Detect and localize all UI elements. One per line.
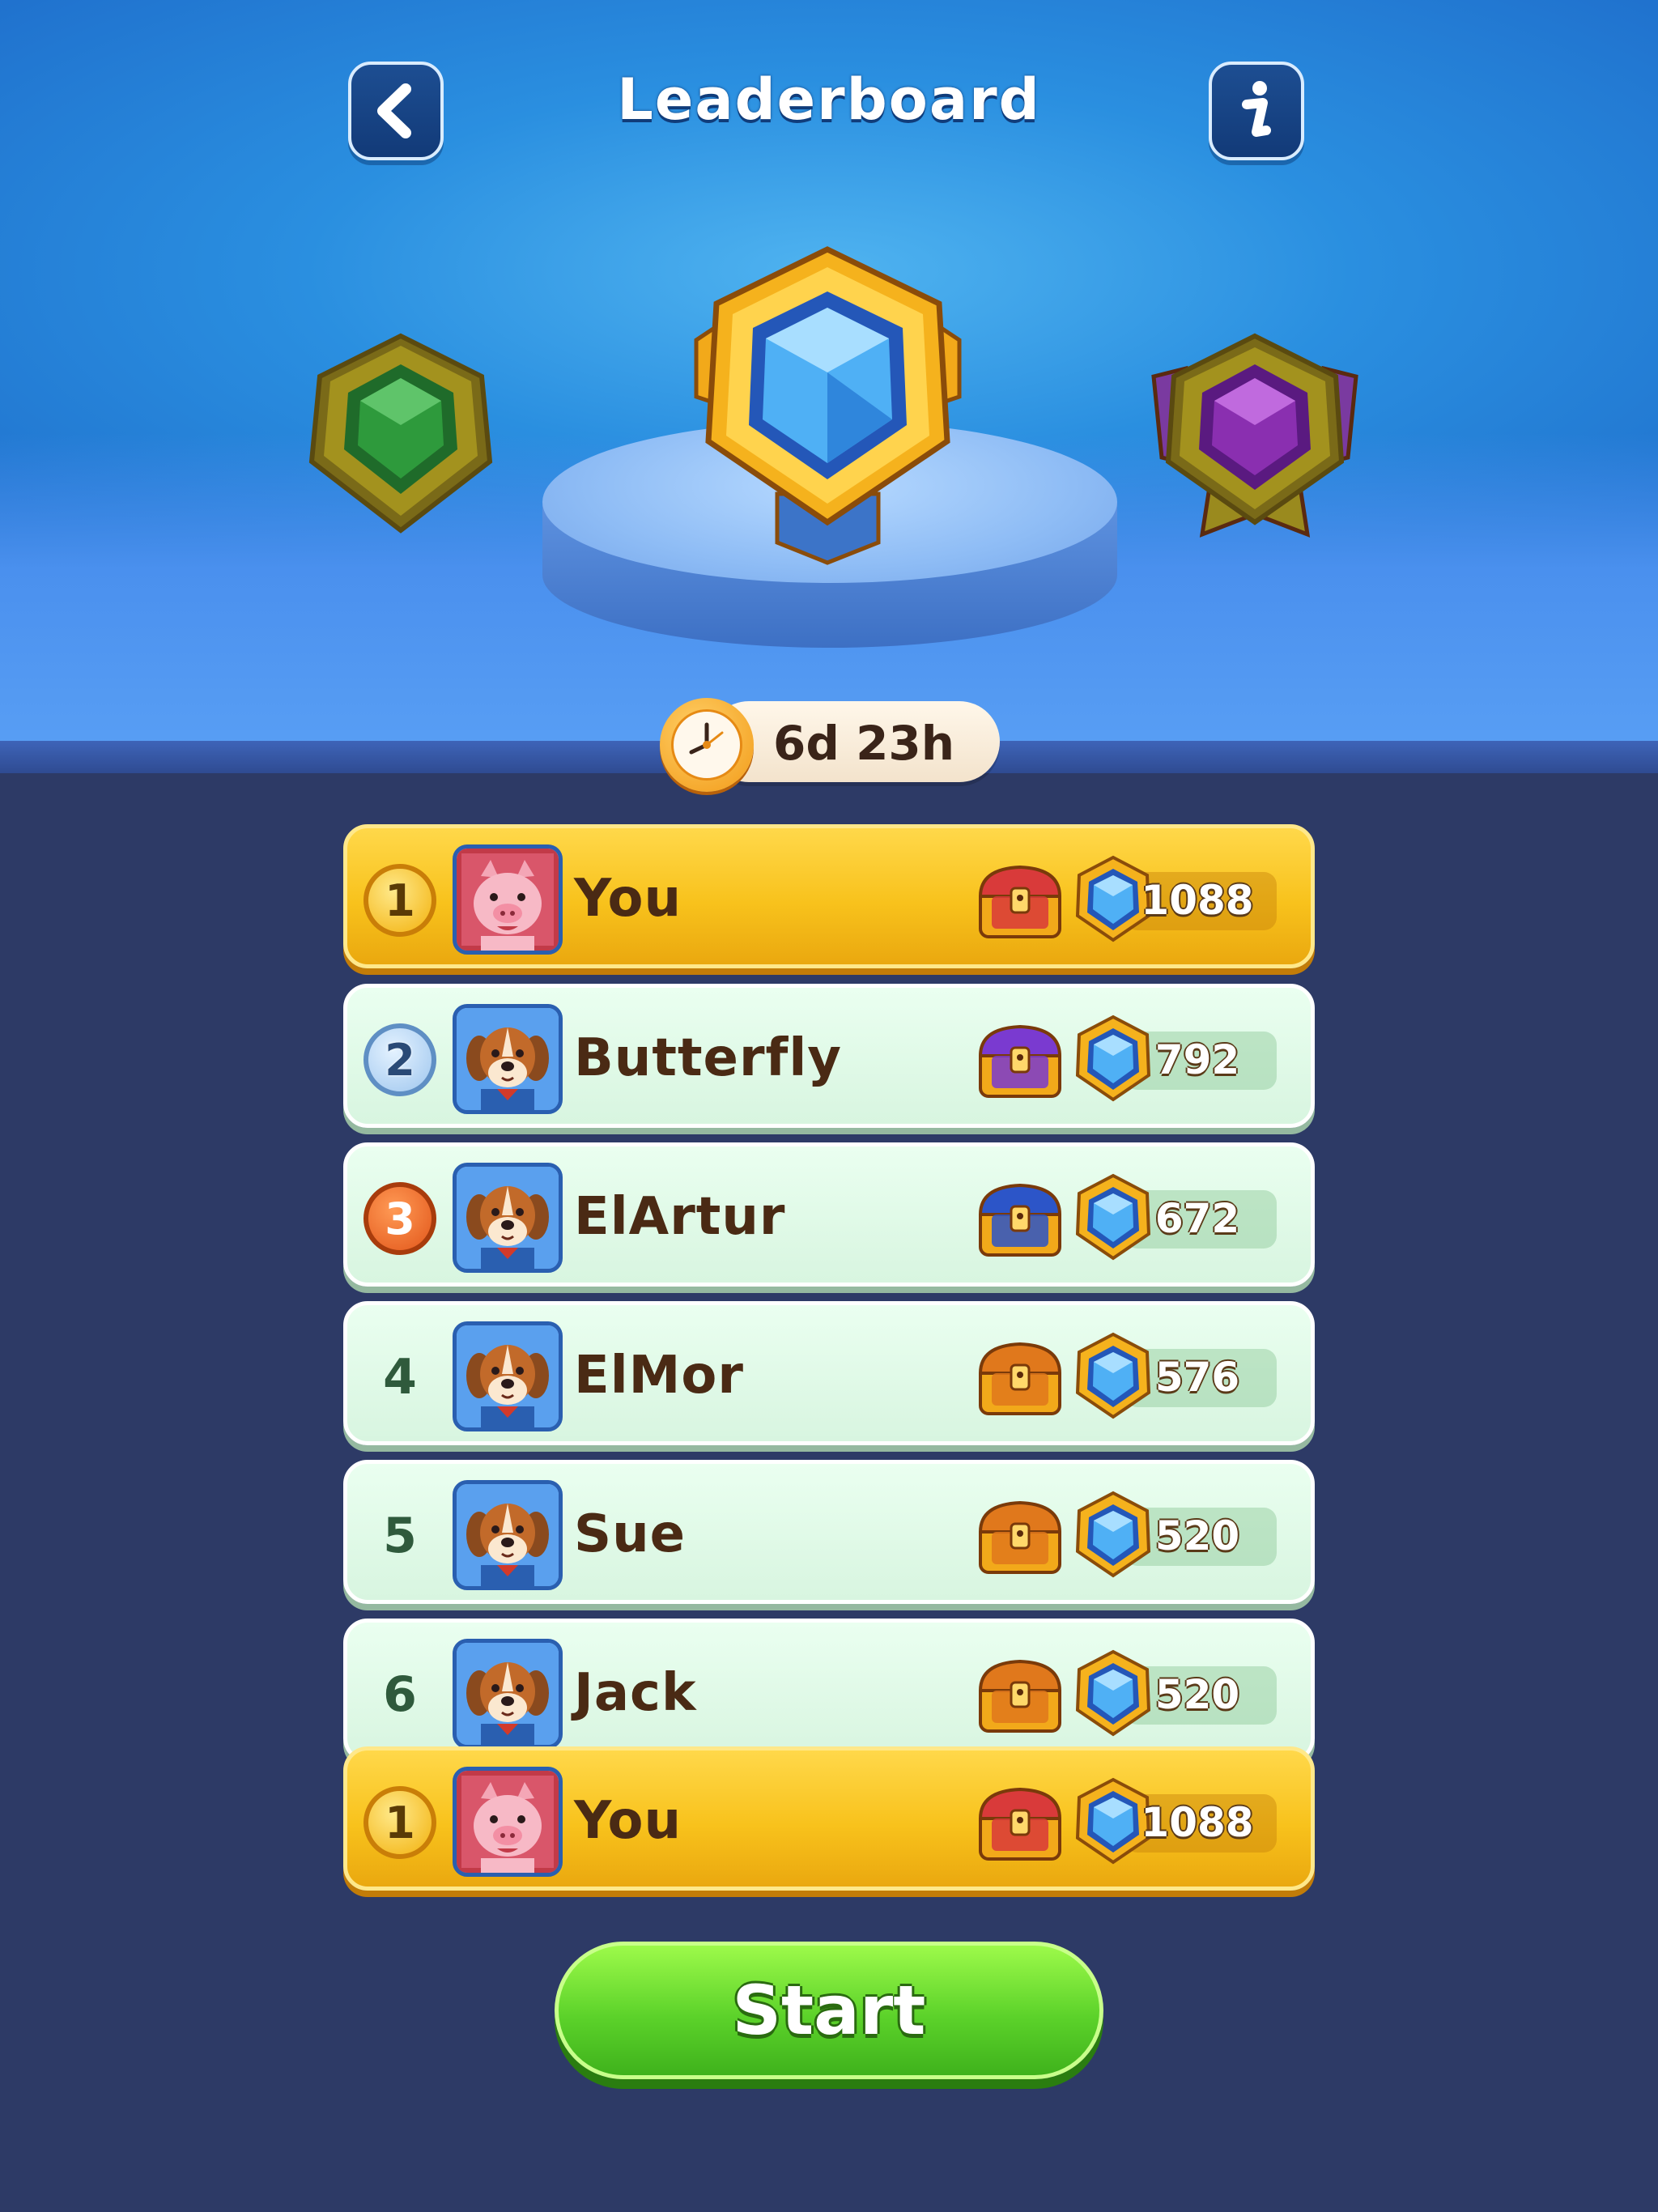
leaderboard-row[interactable]: 3 ElArtur 672 bbox=[343, 1142, 1315, 1287]
avatar bbox=[453, 1004, 563, 1114]
page-title: Leaderboard bbox=[617, 66, 1041, 133]
avatar bbox=[453, 1767, 563, 1877]
player-name: ElArtur bbox=[574, 1187, 786, 1247]
info-button[interactable] bbox=[1209, 62, 1304, 160]
player-score: 672 bbox=[1154, 1195, 1240, 1242]
rank-number: 1 bbox=[385, 1797, 415, 1848]
avatar bbox=[453, 844, 563, 955]
leaderboard-row[interactable]: 6 Jack 520 bbox=[343, 1619, 1315, 1763]
player-score: 792 bbox=[1154, 1036, 1240, 1083]
player-name: ElMor bbox=[574, 1346, 744, 1406]
rank-medal-icon: 2 bbox=[363, 1023, 436, 1096]
avatar bbox=[453, 1480, 563, 1590]
rank-number: 2 bbox=[385, 1034, 415, 1086]
diamond-league-badge-icon bbox=[694, 246, 962, 565]
rank-medal-icon: 1 bbox=[363, 1786, 436, 1859]
player-score: 520 bbox=[1154, 1671, 1240, 1718]
chest-icon bbox=[976, 1655, 1065, 1736]
chest-icon bbox=[976, 1783, 1065, 1864]
rank-number: 1 bbox=[385, 874, 415, 926]
chest-icon bbox=[976, 861, 1065, 942]
leaderboard-row[interactable]: 4 ElMor 576 bbox=[343, 1301, 1315, 1445]
player-name: Jack bbox=[574, 1663, 697, 1723]
player-score: 576 bbox=[1154, 1354, 1240, 1401]
clock-icon bbox=[660, 698, 754, 792]
chest-icon bbox=[976, 1496, 1065, 1577]
avatar bbox=[453, 1163, 563, 1273]
info-icon bbox=[1242, 81, 1271, 137]
season-timer: 6d 23h bbox=[660, 698, 1000, 792]
timer-text: 6d 23h bbox=[773, 716, 955, 771]
pinned-player-row[interactable]: 1 You 1088 bbox=[343, 1746, 1315, 1891]
player-score: 1088 bbox=[1141, 877, 1254, 924]
leaderboard-row[interactable]: 2 Butterfly 792 bbox=[343, 984, 1315, 1128]
player-score: 1088 bbox=[1141, 1799, 1254, 1846]
rank-number: 3 bbox=[385, 1193, 415, 1244]
rank-number: 6 bbox=[383, 1666, 417, 1723]
rank-number: 4 bbox=[383, 1349, 417, 1406]
rank-number: 5 bbox=[383, 1508, 417, 1564]
player-name: You bbox=[574, 1791, 682, 1851]
chest-icon bbox=[976, 1020, 1065, 1101]
green-league-badge-icon bbox=[308, 333, 493, 534]
chest-icon bbox=[976, 1338, 1065, 1419]
avatar bbox=[453, 1639, 563, 1749]
rank-medal-icon: 3 bbox=[363, 1182, 436, 1255]
purple-league-badge-icon bbox=[1151, 333, 1358, 538]
leaderboard-row[interactable]: 5 Sue 520 bbox=[343, 1460, 1315, 1604]
start-label: Start bbox=[732, 1971, 926, 2050]
player-name: Butterfly bbox=[574, 1028, 842, 1088]
player-score: 520 bbox=[1154, 1512, 1240, 1559]
start-button[interactable]: Start bbox=[555, 1942, 1103, 2079]
player-name: Sue bbox=[574, 1504, 687, 1564]
leaderboard-row[interactable]: 1 You 1088 bbox=[343, 824, 1315, 968]
rank-medal-icon: 1 bbox=[363, 864, 436, 937]
chest-icon bbox=[976, 1179, 1065, 1260]
player-name: You bbox=[574, 869, 682, 929]
avatar bbox=[453, 1321, 563, 1431]
